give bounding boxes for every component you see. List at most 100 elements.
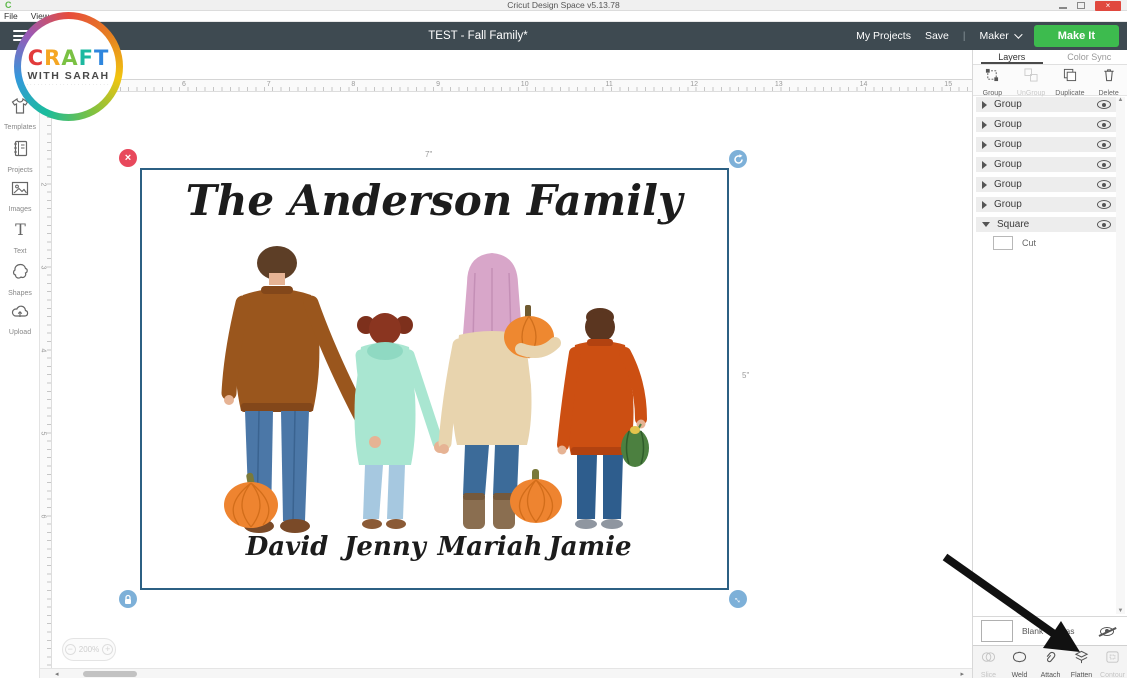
eye-icon[interactable] <box>1097 140 1111 149</box>
app-window: { "titlebar": { "app_icon": "C", "app_ti… <box>0 0 1127 678</box>
canvas-color-swatch[interactable] <box>981 620 1013 642</box>
canvas-hscrollbar[interactable]: ◂ ▸ <box>40 668 972 678</box>
scroll-left-icon[interactable]: ◂ <box>55 670 59 678</box>
layers-scrollbar[interactable]: ▲ ▼ <box>1116 97 1125 614</box>
zoom-out-icon[interactable]: − <box>65 644 76 655</box>
canvas-background-row[interactable]: Blank Canvas <box>973 616 1127 645</box>
craft-with-sarah-watermark: CRAFT WITH SARAH ······················· <box>14 12 123 121</box>
layer-row-group-1[interactable]: Group <box>976 97 1117 112</box>
ruler-number: 15 <box>944 81 952 88</box>
ungroup-icon <box>1024 68 1038 82</box>
menu-file[interactable]: File <box>4 11 18 21</box>
watermark-subtitle: WITH SARAH <box>27 70 109 82</box>
artwork-name-jenny[interactable]: Jenny <box>344 532 426 562</box>
delete-handle-icon[interactable]: × <box>119 149 137 167</box>
slice-icon <box>981 650 996 664</box>
artwork-name-jamie[interactable]: Jamie <box>548 532 631 562</box>
slice-button: Slice <box>973 646 1004 678</box>
artwork-name-david[interactable]: David <box>246 532 329 562</box>
flatten-button[interactable]: Flatten <box>1066 646 1097 678</box>
ruler-number: 10 <box>521 81 529 88</box>
make-it-button[interactable]: Make It <box>1034 25 1119 47</box>
scroll-up-icon[interactable]: ▲ <box>1116 97 1125 103</box>
layer-row-group-4[interactable]: Group <box>976 157 1117 172</box>
maximize-icon[interactable] <box>1077 2 1085 9</box>
attach-button[interactable]: Attach <box>1035 646 1066 678</box>
ruler-number: 13 <box>775 81 783 88</box>
eye-icon[interactable] <box>1097 100 1111 109</box>
collapse-icon[interactable] <box>982 222 990 227</box>
layer-row-square-cut[interactable]: Cut <box>976 234 1117 252</box>
flatten-icon <box>1074 650 1089 664</box>
project-title: TEST - Fall Family* <box>428 22 527 50</box>
group-button[interactable]: Group <box>973 65 1012 95</box>
notebook-icon <box>12 140 29 157</box>
menubar: File View Help <box>0 11 1127 22</box>
family-illustration[interactable] <box>205 243 665 535</box>
color-swatch[interactable] <box>993 236 1013 250</box>
tab-layers[interactable]: Layers <box>973 50 1051 64</box>
sidebar-item-text[interactable]: T Text <box>0 221 40 258</box>
watermark-word-craft: CRAFT <box>28 46 110 70</box>
ruler-number: 11 <box>606 81 613 88</box>
machine-select[interactable]: Maker <box>980 30 1020 42</box>
layer-row-group-6[interactable]: Group <box>976 197 1117 212</box>
shapes-icon <box>12 263 29 280</box>
ruler-number: 4 <box>40 349 46 353</box>
expand-icon[interactable] <box>982 121 987 129</box>
close-icon[interactable]: × <box>1095 1 1121 11</box>
expand-icon[interactable] <box>982 101 987 109</box>
eye-icon[interactable] <box>1097 200 1111 209</box>
save-link[interactable]: Save <box>925 30 949 42</box>
sidebar-item-upload[interactable]: Upload <box>0 303 40 339</box>
minimize-icon[interactable] <box>1059 7 1067 9</box>
header: TEST - Fall Family* My Projects Save | M… <box>0 22 1127 50</box>
artwork-title-text[interactable]: The Anderson Family <box>186 176 683 225</box>
contour-button: Contour <box>1097 646 1127 678</box>
lock-handle-icon[interactable] <box>119 590 137 608</box>
scroll-right-icon[interactable]: ▸ <box>960 670 964 678</box>
os-titlebar: C Cricut Design Space v5.13.78 × <box>0 0 1127 11</box>
layer-row-group-3[interactable]: Group <box>976 137 1117 152</box>
zoom-in-icon[interactable]: + <box>102 644 113 655</box>
artwork-name-mariah[interactable]: Mariah <box>438 532 543 562</box>
design-canvas[interactable]: 6789101112131415 123456 7" 5" The Anders… <box>40 80 972 678</box>
hscroll-thumb[interactable] <box>83 671 137 677</box>
ruler-number: 2 <box>40 183 46 187</box>
expand-icon[interactable] <box>982 201 987 209</box>
scroll-down-icon[interactable]: ▼ <box>1116 608 1125 614</box>
zoom-level: 200% <box>79 645 99 654</box>
expand-icon[interactable] <box>982 181 987 189</box>
group-icon <box>985 68 999 82</box>
delete-button[interactable]: Delete <box>1089 65 1127 95</box>
eye-icon[interactable] <box>1097 120 1111 129</box>
sidebar-item-projects[interactable]: Projects <box>0 140 40 177</box>
sidebar-item-images[interactable]: Images <box>0 181 40 216</box>
selection-height-label: 5" <box>742 371 749 380</box>
layer-row-group-2[interactable]: Group <box>976 117 1117 132</box>
layer-row-square[interactable]: Square <box>976 217 1117 232</box>
eye-icon[interactable] <box>1097 180 1111 189</box>
ruler-vertical: 123456 <box>40 92 52 678</box>
image-icon <box>11 181 29 196</box>
expand-icon[interactable] <box>982 141 987 149</box>
weld-button[interactable]: Weld <box>1004 646 1035 678</box>
rotate-handle-icon[interactable] <box>729 150 747 168</box>
resize-handle-icon[interactable]: ↔ <box>729 590 747 608</box>
layer-row-group-5[interactable]: Group <box>976 177 1117 192</box>
header-divider: | <box>963 31 966 42</box>
tab-color-sync[interactable]: Color Sync <box>1051 50 1127 64</box>
eye-icon[interactable] <box>1097 220 1111 229</box>
duplicate-button[interactable]: Duplicate <box>1051 65 1090 95</box>
my-projects-link[interactable]: My Projects <box>856 30 911 42</box>
sidebar-item-shapes[interactable]: Shapes <box>0 263 40 300</box>
layer-tools-bar: Slice Weld Attach Flatten Contour <box>973 645 1127 678</box>
paperclip-icon <box>1043 650 1058 664</box>
ruler-number: 6 <box>40 515 46 519</box>
trash-icon <box>1102 68 1116 82</box>
ungroup-button: UnGroup <box>1012 65 1051 95</box>
eye-slash-icon[interactable] <box>1100 627 1114 636</box>
ruler-number: 12 <box>690 81 698 88</box>
eye-icon[interactable] <box>1097 160 1111 169</box>
expand-icon[interactable] <box>982 161 987 169</box>
